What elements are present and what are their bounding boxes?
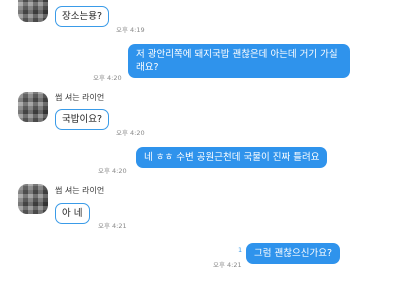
sender-avatar[interactable] <box>18 92 48 122</box>
sender-avatar[interactable] <box>18 0 48 22</box>
message-timestamp: 오후 4:21 <box>213 261 242 269</box>
incoming-message-bubble: 아 네 <box>55 203 90 224</box>
sender-name: 썹 셔는 라이언 <box>55 93 105 102</box>
chat-screen: 장소는용? 오후 4:19 오후 4:20 저 광안리쪽에 돼지국밥 괜찮은데 … <box>0 0 400 300</box>
incoming-message-bubble: 국밥이요? <box>55 109 110 130</box>
sender-avatar[interactable] <box>18 184 48 214</box>
outgoing-message-bubble: 그럼 괜찮으신가요? <box>246 243 340 264</box>
message-timestamp: 오후 4:19 <box>116 26 145 34</box>
incoming-message-bubble: 장소는용? <box>55 6 110 27</box>
outgoing-message-bubble: 저 광안리쪽에 돼지국밥 괜찮은데 아는데 거기 가실래요? <box>128 44 350 78</box>
message-timestamp: 오후 4:20 <box>98 167 127 175</box>
message-timestamp: 오후 4:20 <box>93 74 122 82</box>
sender-name: 썹 셔는 라이언 <box>55 186 105 195</box>
message-timestamp: 오후 4:21 <box>98 222 127 230</box>
message-timestamp: 오후 4:20 <box>116 129 145 137</box>
outgoing-message-bubble: 네 ㅎㅎ 수변 공원근천데 국물이 진짜 틀려요 <box>136 147 328 168</box>
unread-count-badge: 1 <box>238 246 243 254</box>
